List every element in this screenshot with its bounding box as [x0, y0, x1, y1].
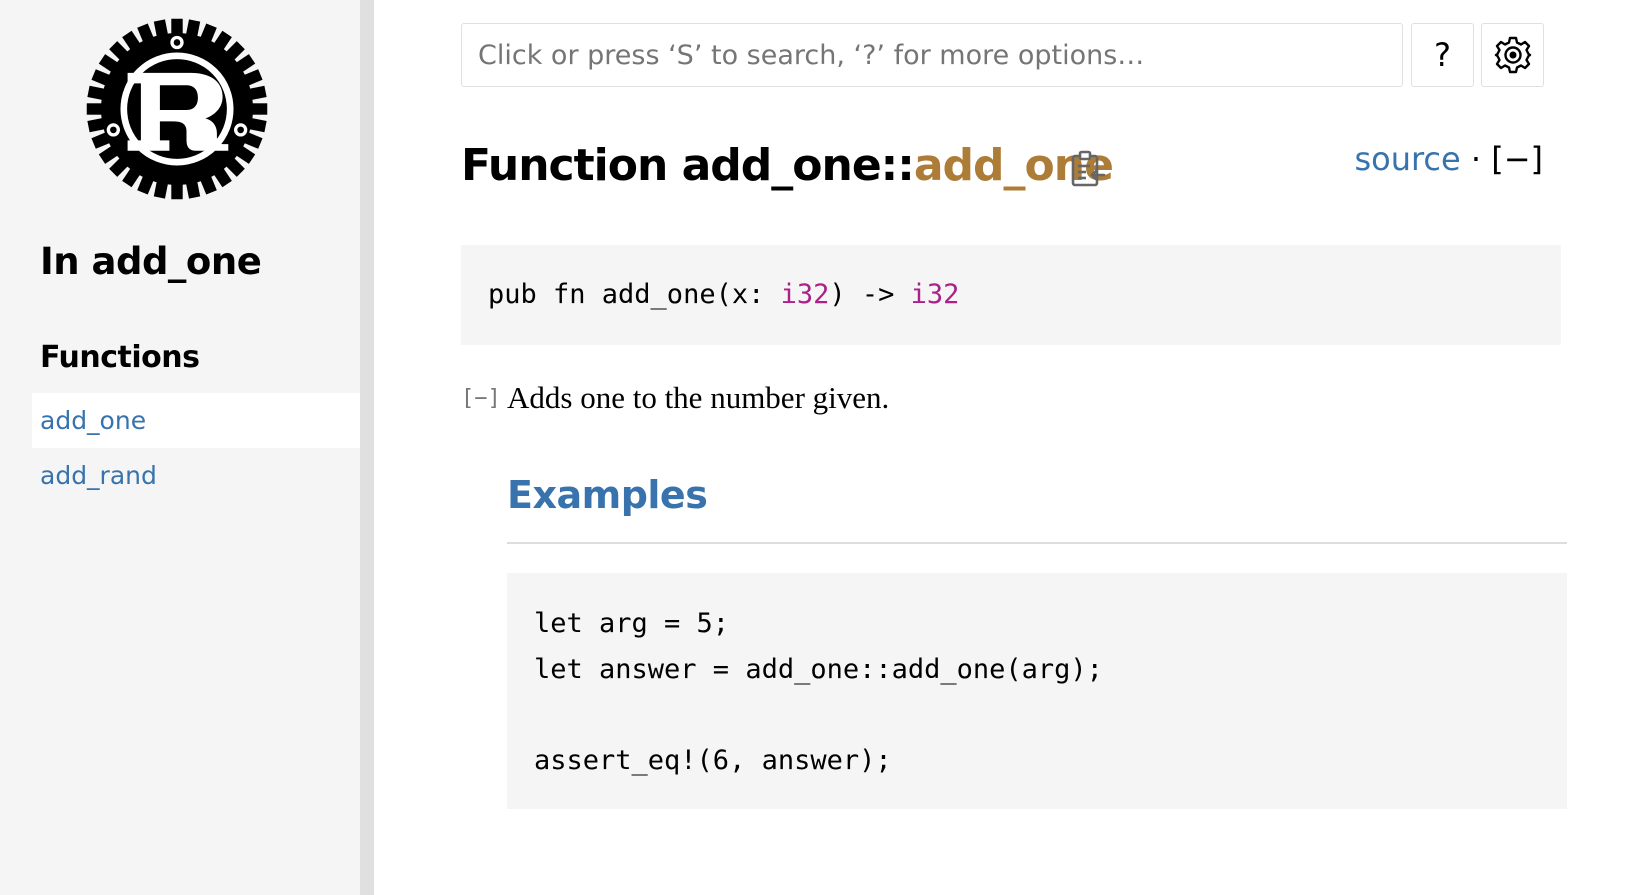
page-title: Function add_one::add_one [461, 140, 1114, 191]
help-button[interactable]: ? [1411, 23, 1474, 87]
signature-part-1: pub fn add_one(x: [488, 279, 781, 310]
sidebar-resizer[interactable] [360, 0, 374, 895]
sidebar-item-add-one[interactable]: add_one [32, 393, 360, 448]
page-title-prefix: Function add_one:: [461, 140, 915, 191]
sidebar-crate-heading[interactable]: In add_one [40, 240, 262, 283]
settings-button[interactable] [1481, 23, 1544, 87]
examples-heading[interactable]: Examples [507, 473, 708, 517]
toggle-all-docs[interactable]: [−] [1491, 140, 1543, 178]
out-of-band: source · [−] [1354, 140, 1543, 178]
primitive-i32-return[interactable]: i32 [911, 279, 960, 310]
code-line: let answer = add_one::add_one(arg); [534, 653, 1103, 685]
sidebar-item-add-rand[interactable]: add_rand [32, 448, 360, 503]
search-input[interactable] [461, 23, 1403, 87]
sidebar: In add_one Functions add_one add_rand [0, 0, 360, 895]
copy-path-icon[interactable] [1070, 150, 1106, 188]
source-link[interactable]: source [1354, 140, 1460, 178]
doc-summary: Adds one to the number given. [507, 380, 890, 415]
fn-signature: pub fn add_one(x: i32) -> i32 [461, 245, 1561, 345]
gear-icon [1494, 36, 1531, 74]
examples-divider [507, 542, 1567, 544]
example-code-block: let arg = 5;let answer = add_one::add_on… [507, 573, 1567, 809]
primitive-i32-param[interactable]: i32 [781, 279, 830, 310]
rust-logo[interactable] [82, 14, 272, 204]
signature-part-2: ) -> [829, 279, 911, 310]
separator: · [1460, 140, 1492, 178]
docblock-toggle[interactable]: [−] [461, 386, 501, 411]
code-line: let arg = 5; [534, 608, 730, 639]
code-line: assert_eq!(6, answer); [534, 744, 892, 776]
sidebar-section-functions[interactable]: Functions [40, 340, 200, 375]
